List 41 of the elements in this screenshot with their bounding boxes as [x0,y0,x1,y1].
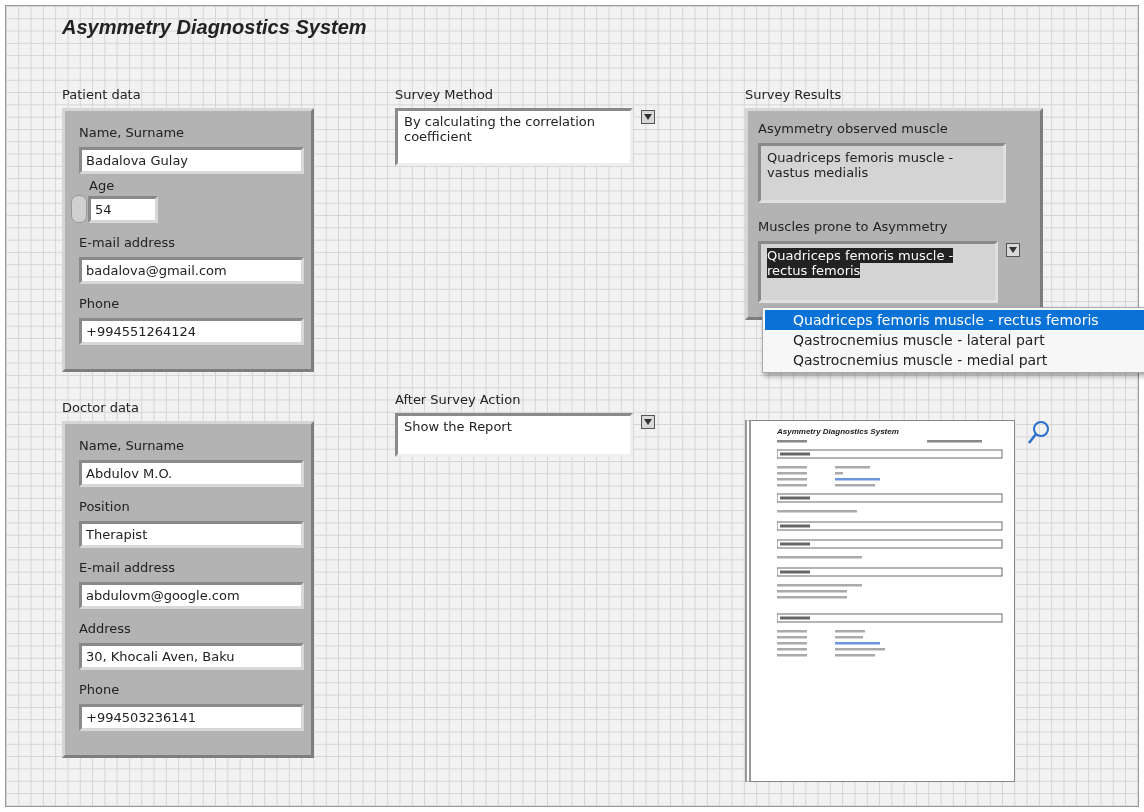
menu-option[interactable]: Quadriceps femoris muscle - rectus femoris [765,310,1144,330]
text-field[interactable]: Therapist [79,521,304,548]
dropdown-button[interactable] [641,415,655,429]
text-field[interactable]: Abdulov M.O. [79,460,304,487]
field-label: Age [89,178,115,193]
field-label: Position [79,499,130,514]
search-icon[interactable] [1027,420,1051,446]
caret-icon [644,114,652,120]
report-title: Asymmetry Diagnostics System [777,427,899,436]
caret-icon [1009,247,1017,253]
panel-caption: Survey Results [745,87,842,102]
numeric-field[interactable]: 54 [88,195,158,223]
field-label: Address [79,621,131,636]
panel-caption: Survey Method [395,87,494,102]
menu-option[interactable]: Qastrocnemius muscle - lateral part [765,330,1144,350]
text-field[interactable]: +994503236141 [79,704,304,731]
panel-caption: Doctor data [62,400,139,415]
dropdown-button[interactable] [1006,243,1020,257]
field-label: Phone [79,682,120,697]
field-label: Phone [79,296,120,311]
method-select[interactable]: By calculating the correlation coefficient [395,108,633,166]
text-field[interactable]: abdulovm@google.com [79,582,304,609]
text-field[interactable]: 30, Khocali Aven, Baku [79,643,304,670]
indicator-field: Quadriceps femoris muscle - vastus medialis [758,143,1006,203]
panel-caption: Patient data [62,87,141,102]
field-label: Muscles prone to Asymmetry [758,219,948,234]
action-select[interactable]: Show the Report [395,413,633,457]
window-title: Asymmetry Diagnostics System [62,16,367,39]
caret-icon [644,419,652,425]
dropdown-button[interactable] [641,110,655,124]
text-field[interactable]: +994551264124 [79,318,304,345]
panel-caption: After Survey Action [395,392,521,407]
menu-option[interactable]: Qastrocnemius muscle - medial part [765,350,1144,370]
field-label: Asymmetry observed muscle [758,121,948,136]
field-label: Name, Surname [79,125,185,140]
text-field[interactable]: Badalova Gulay [79,147,304,174]
field-label: E-mail address [79,235,175,250]
field-label: Name, Surname [79,438,185,453]
field-label: E-mail address [79,560,175,575]
text-field[interactable]: badalova@gmail.com [79,257,304,284]
muscle-select[interactable]: Quadriceps femoris muscle - rectus femoris [758,241,998,303]
